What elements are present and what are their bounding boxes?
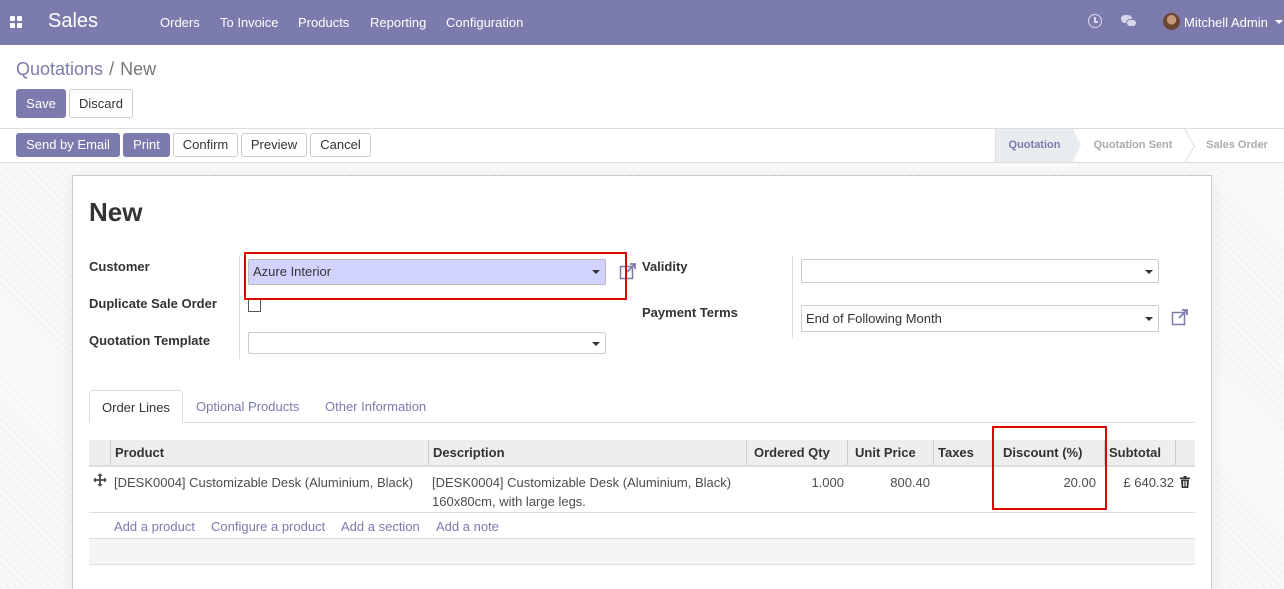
template-field[interactable] — [248, 332, 606, 354]
drag-handle-icon[interactable] — [93, 473, 107, 487]
validity-label: Validity — [642, 259, 688, 274]
col-discount[interactable]: Discount (%) — [993, 440, 1104, 465]
confirm-button[interactable]: Confirm — [173, 133, 238, 157]
user-menu[interactable]: Mitchell Admin — [1184, 15, 1268, 30]
apps-grid-icon[interactable] — [10, 16, 23, 29]
breadcrumb-current: New — [120, 59, 157, 79]
add-line-row: Add a product Configure a product Add a … — [89, 513, 1195, 539]
field-divider — [239, 256, 240, 359]
col-taxes[interactable]: Taxes — [933, 440, 993, 465]
customer-value: Azure Interior — [253, 264, 332, 279]
tab-order-lines[interactable]: Order Lines — [89, 390, 183, 423]
page-title: New — [89, 197, 143, 227]
chevron-down-icon[interactable] — [1145, 270, 1153, 274]
chat-icon[interactable] — [1121, 15, 1137, 27]
cancel-button[interactable]: Cancel — [310, 133, 371, 157]
col-description[interactable]: Description — [428, 440, 746, 465]
template-label: Quotation Template — [89, 333, 211, 348]
app-brand[interactable]: Sales — [48, 10, 98, 33]
chevron-down-icon[interactable] — [1275, 20, 1283, 24]
payment-terms-value: End of Following Month — [806, 311, 942, 326]
trash-icon[interactable] — [1180, 476, 1190, 488]
customer-label: Customer — [89, 259, 150, 274]
menu-products[interactable]: Products — [298, 15, 349, 30]
payment-terms-field[interactable]: End of Following Month — [801, 305, 1159, 332]
col-subtotal[interactable]: Subtotal — [1104, 440, 1176, 465]
add-product-link[interactable]: Add a product — [114, 519, 195, 534]
description-line-2: 160x80cm, with large legs. — [432, 494, 586, 509]
external-link-icon[interactable] — [1171, 308, 1189, 326]
empty-row — [89, 539, 1195, 565]
status-steps: Quotation Quotation Sent Sales Order — [995, 129, 1284, 162]
col-product[interactable]: Product — [110, 440, 428, 465]
preview-button[interactable]: Preview — [241, 133, 307, 157]
tab-optional-products[interactable]: Optional Products — [184, 390, 311, 423]
cell-description[interactable]: [DESK0004] Customizable Desk (Aluminium,… — [432, 473, 731, 511]
avatar[interactable] — [1163, 13, 1180, 30]
external-link-icon[interactable] — [619, 262, 637, 280]
table-header: Product Description Ordered Qty Unit Pri… — [89, 440, 1195, 467]
cell-subtotal: £ 640.32 — [1123, 475, 1174, 490]
configure-product-link[interactable]: Configure a product — [211, 519, 325, 534]
col-ordered-qty[interactable]: Ordered Qty — [746, 440, 847, 465]
chevron-down-icon[interactable] — [592, 270, 600, 274]
chevron-down-icon[interactable] — [592, 342, 600, 346]
status-sales-order[interactable]: Sales Order — [1193, 129, 1281, 162]
field-divider — [792, 256, 793, 339]
menu-to-invoice[interactable]: To Invoice — [220, 15, 279, 30]
validity-field[interactable] — [801, 259, 1159, 283]
statusbar: Send by Email Print Confirm Preview Canc… — [0, 129, 1284, 163]
cell-ordered-qty[interactable]: 1.000 — [746, 473, 844, 492]
description-line-1: [DESK0004] Customizable Desk (Aluminium,… — [432, 475, 732, 490]
status-quotation[interactable]: Quotation — [995, 129, 1081, 162]
tab-other-information[interactable]: Other Information — [313, 390, 438, 423]
cell-unit-price[interactable]: 800.40 — [847, 473, 930, 492]
discard-button[interactable]: Discard — [69, 89, 133, 118]
payment-terms-label: Payment Terms — [642, 305, 738, 320]
top-navbar: Sales Orders To Invoice Products Reporti… — [0, 0, 1284, 45]
breadcrumb-quotations[interactable]: Quotations — [16, 59, 103, 79]
duplicate-label: Duplicate Sale Order — [89, 296, 217, 311]
chevron-down-icon[interactable] — [1145, 317, 1153, 321]
print-button[interactable]: Print — [123, 133, 170, 157]
duplicate-checkbox[interactable] — [248, 299, 261, 312]
menu-reporting[interactable]: Reporting — [370, 15, 426, 30]
add-section-link[interactable]: Add a section — [341, 519, 420, 534]
form-sheet: New Customer Duplicate Sale Order Quotat… — [72, 175, 1212, 589]
clock-icon[interactable] — [1088, 14, 1102, 28]
table-row[interactable]: [DESK0004] Customizable Desk (Aluminium,… — [89, 467, 1195, 513]
add-note-link[interactable]: Add a note — [436, 519, 499, 534]
breadcrumb: Quotations / New — [16, 59, 156, 80]
menu-configuration[interactable]: Configuration — [446, 15, 523, 30]
customer-field[interactable]: Azure Interior — [248, 259, 606, 285]
status-quotation-sent[interactable]: Quotation Sent — [1081, 129, 1185, 162]
send-email-button[interactable]: Send by Email — [16, 133, 120, 157]
menu-orders[interactable]: Orders — [160, 15, 200, 30]
col-unit-price[interactable]: Unit Price — [847, 440, 933, 465]
breadcrumb-separator: / — [109, 59, 115, 79]
save-button[interactable]: Save — [16, 89, 66, 118]
cell-discount[interactable]: 20.00 — [993, 473, 1096, 492]
cell-product[interactable]: [DESK0004] Customizable Desk (Aluminium,… — [114, 473, 413, 492]
